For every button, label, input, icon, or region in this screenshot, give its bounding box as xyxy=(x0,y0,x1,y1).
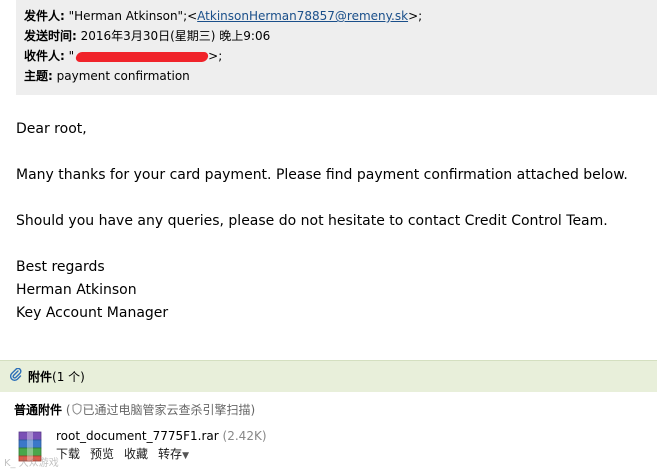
attachments-title: 附件 xyxy=(28,370,53,384)
sender-name: Herman Atkinson xyxy=(16,282,137,298)
to-row: 收件人: " >; xyxy=(24,46,657,66)
scan-prefix: ( xyxy=(65,403,71,417)
file-actions: 下载 预览 收藏 转存▼ xyxy=(56,446,199,464)
subject-row: 主题: payment confirmation xyxy=(24,66,657,86)
date-label: 发送时间: xyxy=(24,29,77,43)
watermark: K_ 大众游戏 xyxy=(4,458,59,469)
email-body: Dear root, Many thanks for your card pay… xyxy=(16,118,651,325)
download-link[interactable]: 下载 xyxy=(56,447,80,461)
scan-status: ( 已通过电脑管家云查杀引擎扫描) xyxy=(65,402,256,420)
from-suffix: >; xyxy=(408,9,423,23)
attachments-count: (1 个) xyxy=(52,370,85,384)
file-size: (2.42K) xyxy=(222,429,267,443)
closing: Best regards xyxy=(16,259,105,275)
from-email-link[interactable]: AtkinsonHerman78857@remeny.sk xyxy=(197,9,408,23)
favorite-link[interactable]: 收藏 xyxy=(124,447,148,461)
from-row: 发件人: "Herman Atkinson";<AtkinsonHerman78… xyxy=(24,6,657,26)
sender-title: Key Account Manager xyxy=(16,305,169,321)
preview-link[interactable]: 预览 xyxy=(90,447,114,461)
save-to-link[interactable]: 转存▼ xyxy=(158,447,189,461)
save-to-label: 转存 xyxy=(158,447,183,461)
shield-icon xyxy=(72,402,82,420)
to-prefix: " xyxy=(68,49,75,63)
attachment-section: 普通附件 ( 已通过电脑管家云查杀引擎扫描) xyxy=(14,401,255,420)
body-line-1: Many thanks for your card payment. Pleas… xyxy=(16,167,628,183)
attachments-bar: 附件(1 个) xyxy=(0,360,657,392)
to-label: 收件人: xyxy=(24,49,65,63)
scan-text: 已通过电脑管家云查杀引擎扫描) xyxy=(82,403,256,417)
greeting: Dear root, xyxy=(16,121,87,137)
file-name[interactable]: root_document_7775F1.rar xyxy=(56,429,219,443)
from-label: 发件人: xyxy=(24,9,65,23)
attachment-file: root_document_7775F1.rar (2.42K) 下载 预览 收藏转… xyxy=(18,428,578,468)
body-line-2: Should you have any queries, please do n… xyxy=(16,213,608,229)
subject-value: payment confirmation xyxy=(56,69,190,83)
file-name-line: root_document_7775F1.rar (2.42K) xyxy=(56,428,267,444)
subject-label: 主题: xyxy=(24,69,53,83)
date-row: 发送时间: 2016年3月30日(星期三) 晚上9:06 xyxy=(24,26,657,46)
from-name: "Herman Atkinson";< xyxy=(68,9,198,23)
paperclip-icon xyxy=(9,362,24,394)
to-suffix: >; xyxy=(208,49,223,63)
date-value: 2016年3月30日(星期三) 晚上9:06 xyxy=(80,29,271,43)
section-title: 普通附件 xyxy=(14,403,63,417)
redaction-mark xyxy=(75,51,210,62)
email-header: 发件人: "Herman Atkinson";<AtkinsonHerman78… xyxy=(16,0,657,95)
caret-down-icon: ▼ xyxy=(182,451,189,461)
